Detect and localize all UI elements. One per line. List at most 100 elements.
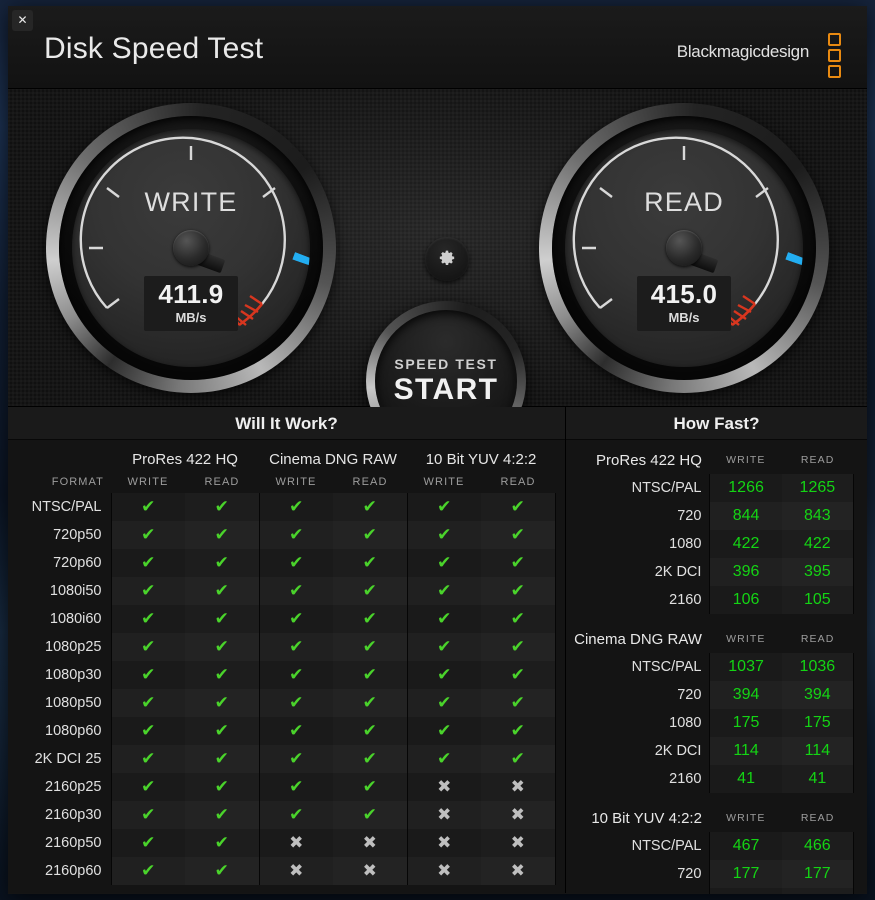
write-value: 411.9: [158, 279, 224, 310]
format-label: 2160: [669, 771, 702, 787]
how-fast-table: 10 Bit YUV 4:2:2 WRITE READ NTSC/PAL 467 466 7…: [574, 804, 854, 894]
write-speed-value: 79: [709, 888, 782, 894]
read-needle-hub: [666, 230, 702, 266]
supported-check-icon: ✔: [481, 493, 556, 521]
table-row: 2160p30 ✔ ✔ ✔ ✔ ✖ ✖: [8, 801, 565, 829]
format-label: 720p60: [53, 555, 102, 571]
table-row: 2160p50 ✔ ✔ ✖ ✖ ✖ ✖: [8, 829, 565, 857]
supported-check-icon: ✔: [406, 661, 482, 689]
format-label: 1080p60: [45, 723, 102, 739]
how-fast-groups: ProRes 422 HQ WRITE READ NTSC/PAL 1266 1265 72…: [566, 440, 867, 894]
supported-check-icon: ✔: [185, 773, 260, 801]
supported-check-icon: ✔: [406, 745, 482, 773]
supported-check-icon: ✔: [110, 493, 185, 521]
supported-check-icon: ✔: [481, 605, 556, 633]
format-label: 2K DCI: [654, 564, 702, 580]
write-speed-value: 844: [709, 502, 782, 530]
read-speed-value: 177: [781, 860, 854, 888]
subheader-row: FORMAT WRITE READ WRITE READ WRITE READ: [8, 470, 565, 493]
read-readout: 415.0 MB/s: [637, 276, 731, 331]
supported-check-icon: ✔: [333, 661, 408, 689]
will-it-work-title: Will It Work?: [8, 407, 565, 440]
table-row: 2160p25 ✔ ✔ ✔ ✔ ✖ ✖: [8, 773, 565, 801]
codec-header-yuv: 10 Bit YUV 4:2:2: [425, 451, 537, 468]
blackmagic-logo-icon: [828, 33, 841, 78]
subheader-prores-write: WRITE: [127, 475, 169, 488]
supported-check-icon: ✔: [333, 689, 408, 717]
table-row: 2K DCI 114 114: [574, 737, 854, 765]
read-speed-value: 41: [781, 765, 854, 793]
table-row: 10807979: [574, 888, 854, 894]
unsupported-cross-icon: ✖: [406, 773, 482, 801]
table-row: 1080 175 175: [574, 709, 854, 737]
supported-check-icon: ✔: [110, 857, 185, 885]
settings-button[interactable]: [425, 237, 469, 281]
how-fast-read-header: READ: [800, 633, 835, 645]
write-gauge-label: WRITE: [144, 187, 238, 217]
write-speed-value: 394: [709, 681, 782, 709]
write-speed-value: 467: [709, 832, 782, 860]
close-button[interactable]: ✕: [12, 10, 33, 31]
codec-header-prores: ProRes 422 HQ: [132, 451, 238, 468]
supported-check-icon: ✔: [258, 493, 334, 521]
format-label: 720: [677, 687, 702, 703]
supported-check-icon: ✔: [481, 717, 556, 745]
supported-check-icon: ✔: [110, 605, 185, 633]
table-row: 1080i60 ✔ ✔ ✔ ✔ ✔ ✔: [8, 605, 565, 633]
unsupported-cross-icon: ✖: [258, 829, 334, 857]
supported-check-icon: ✔: [258, 661, 334, 689]
gear-icon: [439, 250, 455, 265]
format-label: 720: [677, 866, 702, 882]
supported-check-icon: ✔: [406, 493, 482, 521]
supported-check-icon: ✔: [258, 605, 334, 633]
read-unit: MB/s: [668, 310, 700, 325]
subheader-dng-read: READ: [352, 475, 388, 488]
table-row: 1080 422 422: [574, 530, 854, 558]
table-row: 2160 106 105: [574, 586, 854, 614]
supported-check-icon: ✔: [110, 661, 185, 689]
disk-speed-test-window: ✕ Disk Speed Test Blackmagicdesign WRITE…: [8, 6, 867, 894]
how-fast-read-header: READ: [800, 812, 835, 824]
supported-check-icon: ✔: [185, 633, 260, 661]
supported-check-icon: ✔: [185, 521, 260, 549]
subheader-prores-read: READ: [204, 475, 240, 488]
read-speed-value: 1265: [781, 474, 854, 502]
supported-check-icon: ✔: [406, 633, 482, 661]
subheader-yuv-write: WRITE: [423, 475, 465, 488]
table-row: 720 177 177: [574, 860, 854, 888]
unsupported-cross-icon: ✖: [481, 857, 556, 885]
read-speed-value: 105: [781, 586, 854, 614]
read-speed-value: 79: [781, 888, 854, 894]
write-unit: MB/s: [175, 310, 207, 325]
format-label: 1080: [574, 888, 710, 894]
supported-check-icon: ✔: [258, 745, 334, 773]
unsupported-cross-icon: ✖: [406, 801, 482, 829]
read-speed-value: 175: [781, 709, 854, 737]
supported-check-icon: ✔: [185, 689, 260, 717]
write-speed-value: 177: [709, 860, 782, 888]
row-spacer: [555, 661, 565, 689]
format-label: 2160p50: [45, 835, 102, 851]
row-spacer: [555, 633, 565, 661]
format-label: NTSC/PAL: [31, 499, 102, 515]
write-speed-value: 41: [709, 765, 782, 793]
format-label: 2160: [669, 592, 702, 608]
how-fast-write-header: WRITE: [726, 812, 766, 824]
supported-check-icon: ✔: [258, 521, 334, 549]
format-label: NTSC/PAL: [631, 480, 702, 496]
write-speed-value: 114: [709, 737, 782, 765]
how-fast-table: Cinema DNG RAW WRITE READ NTSC/PAL 1037 1036 7…: [574, 625, 854, 793]
supported-check-icon: ✔: [406, 689, 482, 717]
row-spacer: [555, 493, 565, 521]
supported-check-icon: ✔: [333, 493, 408, 521]
supported-check-icon: ✔: [185, 577, 260, 605]
supported-check-icon: ✔: [185, 493, 260, 521]
read-speed-value: 1036: [781, 653, 854, 681]
row-spacer: [555, 689, 565, 717]
read-speed-value: 466: [781, 832, 854, 860]
table-row: 2160 41 41: [574, 765, 854, 793]
supported-check-icon: ✔: [110, 633, 185, 661]
supported-check-icon: ✔: [258, 689, 334, 717]
format-label: 2160p25: [45, 779, 102, 795]
table-row: 1080p30 ✔ ✔ ✔ ✔ ✔ ✔: [8, 661, 565, 689]
